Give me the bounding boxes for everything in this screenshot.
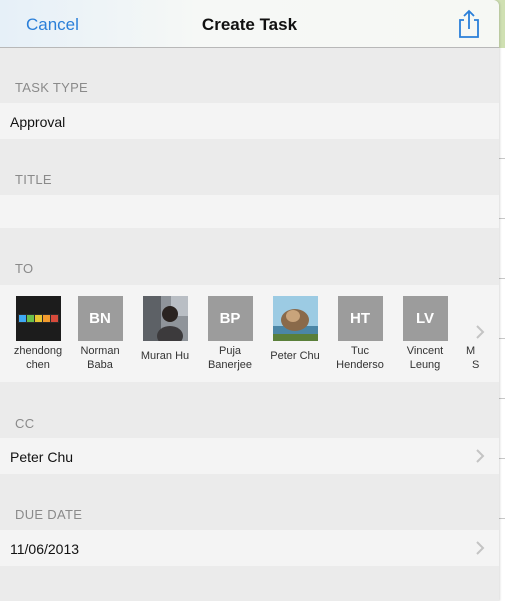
cc-value: Peter Chu [10,449,74,465]
due-date-value: 11/06/2013 [10,541,80,557]
contact-muran-hu[interactable]: Muran Hu [133,296,197,363]
navigation-bar: Cancel Create Task [0,0,499,48]
contact-name: Puja [218,345,242,357]
contact-name: S [472,359,480,371]
avatar: LV [402,296,448,341]
contact-vincent-leung[interactable]: LV Vincent Leung [393,296,457,372]
chevron-right-icon[interactable] [474,323,486,341]
contact-name: Tuc [351,345,369,357]
background-row [499,398,505,459]
avatar [15,296,61,341]
to-contacts-list[interactable]: zhendong chen BN Norman Baba Muran Hu BP [0,285,499,382]
contact-name: Muran Hu [140,350,190,362]
contact-puja-banerjee[interactable]: BP Puja Banerjee [198,296,262,372]
avatar [142,296,188,341]
avatar: BN [77,296,123,341]
background-row [499,458,505,519]
avatar: HT [337,296,383,341]
contact-name: Vincent [406,345,444,357]
contact-name: Henderso [336,359,384,371]
background-row [499,338,505,399]
to-label: TO [15,261,34,276]
due-date-row[interactable]: 11/06/2013 [0,530,499,566]
title-label: TITLE [15,172,52,187]
cc-label: CC [15,416,35,431]
avatar [272,296,318,341]
contact-name: Norman [80,345,120,357]
background-list [499,48,505,601]
contact-tuc-henderson[interactable]: HT Tuc Henderso [328,296,392,372]
title-field[interactable] [0,195,499,228]
contact-name: M [466,345,476,357]
create-task-sheet: Cancel Create Task TASK TYPE Approval TI… [0,0,499,601]
contact-name: zhendong [13,345,63,357]
background-row [499,218,505,279]
task-type-value: Approval [10,114,66,130]
contact-name: Peter Chu [270,350,320,362]
due-date-label: DUE DATE [15,507,83,522]
share-icon[interactable] [456,9,482,39]
contact-name: Leung [409,359,441,371]
task-type-row[interactable]: Approval [0,103,499,139]
contact-peter-chu[interactable]: Peter Chu [263,296,327,363]
contact-name: Banerjee [207,359,253,371]
task-type-label: TASK TYPE [15,80,89,95]
contact-name: Baba [87,359,113,371]
contact-zhendong-chen[interactable]: zhendong chen [6,296,70,372]
background-row [499,278,505,339]
contact-name: chen [26,359,50,371]
chevron-right-icon [474,447,486,465]
cc-row[interactable]: Peter Chu [0,438,499,474]
background-row [499,158,505,219]
page-title: Create Task [201,15,298,34]
background-row [499,98,505,159]
contact-norman-baba[interactable]: BN Norman Baba [68,296,132,372]
avatar: BP [207,296,253,341]
chevron-right-icon [474,539,486,557]
